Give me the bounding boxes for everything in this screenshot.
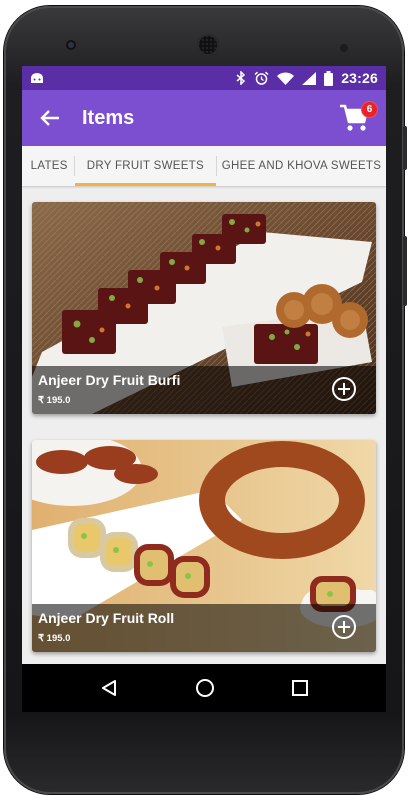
power-button	[403, 236, 407, 306]
list-item[interactable]: Anjeer Dry Fruit Roll ₹ 195.0	[32, 440, 376, 652]
item-name: Anjeer Dry Fruit Burfi	[38, 372, 181, 388]
tab-chocolates[interactable]: LATES	[22, 146, 74, 186]
front-camera	[66, 40, 76, 50]
cart-button[interactable]: 6	[336, 100, 378, 136]
list-item[interactable]: Anjeer Dry Fruit Burfi ₹ 195.0	[32, 202, 376, 414]
add-to-cart-button[interactable]	[332, 377, 356, 401]
home-circle-icon[interactable]	[195, 678, 215, 698]
status-bar: 23:26	[22, 66, 386, 90]
cart-count-badge: 6	[361, 101, 378, 118]
proximity-sensor	[340, 44, 348, 52]
tab-ghee-and-khova-sweets[interactable]: GHEE AND KHOVA SWEETS	[217, 146, 386, 186]
plus-circle-icon	[338, 621, 350, 633]
plus-circle-icon	[338, 383, 350, 395]
items-list: Anjeer Dry Fruit Burfi ₹ 195.0 Anjeer Dr…	[22, 186, 386, 712]
category-tabs: LATES DRY FRUIT SWEETS GHEE AND KHOVA SW…	[22, 146, 386, 186]
battery-icon	[324, 70, 334, 86]
tab-label: DRY FRUIT SWEETS	[86, 160, 204, 172]
page-title: Items	[82, 106, 135, 129]
back-button[interactable]	[36, 104, 64, 132]
arrow-left-icon	[40, 110, 59, 126]
recents-square-icon[interactable]	[291, 680, 308, 696]
signal-icon	[302, 71, 317, 85]
bluetooth-icon	[236, 71, 246, 85]
tab-label: LATES	[30, 160, 68, 172]
volume-button	[403, 126, 407, 170]
status-time: 23:26	[341, 70, 378, 86]
item-price: ₹ 195.0	[38, 395, 71, 406]
app-bar: Items 6	[22, 90, 386, 146]
wifi-icon	[277, 71, 295, 85]
back-triangle-icon[interactable]	[100, 679, 118, 697]
system-nav-bar	[22, 664, 386, 712]
item-price: ₹ 195.0	[38, 633, 71, 644]
tab-dry-fruit-sweets[interactable]: DRY FRUIT SWEETS	[74, 146, 217, 186]
alarm-icon	[254, 71, 269, 85]
item-name: Anjeer Dry Fruit Roll	[38, 610, 175, 626]
add-to-cart-button[interactable]	[332, 615, 356, 639]
tab-label: GHEE AND KHOVA SWEETS	[221, 160, 382, 172]
screen: 23:26 Items 6 LATES DRY FRUIT SWEETS GHE…	[22, 66, 386, 712]
android-icon	[31, 73, 43, 83]
earpiece-speaker	[197, 34, 219, 56]
